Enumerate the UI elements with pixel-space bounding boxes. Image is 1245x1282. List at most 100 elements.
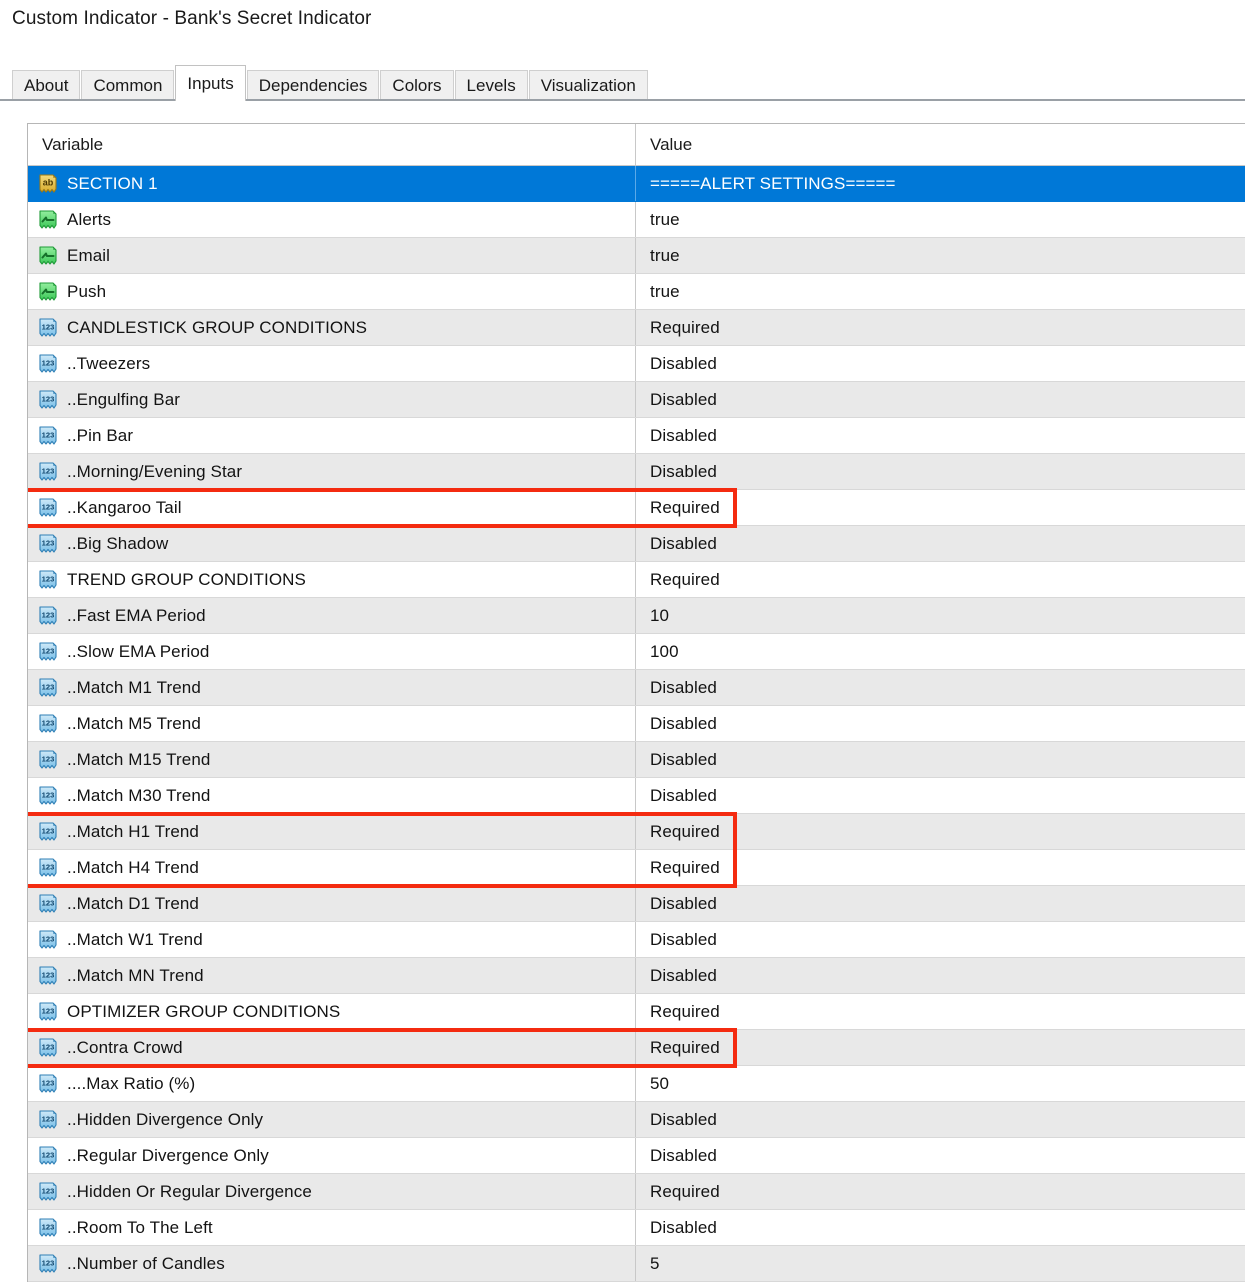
table-row[interactable]: 123 ..Match M1 Trend Disabled [28,670,1245,706]
table-row[interactable]: 123 ..Match M15 Trend Disabled [28,742,1245,778]
cell-variable[interactable]: 123 ..Contra Crowd [28,1030,635,1065]
cell-variable[interactable]: Email [28,238,635,273]
column-header-variable[interactable]: Variable [28,124,635,165]
cell-value[interactable]: Disabled [635,382,1245,417]
table-row[interactable]: 123 ..Morning/Evening Star Disabled [28,454,1245,490]
cell-value[interactable]: Required [635,562,1245,597]
table-row[interactable]: Email true [28,238,1245,274]
cell-variable[interactable]: 123 ..Match M15 Trend [28,742,635,777]
cell-variable[interactable]: 123 ..Big Shadow [28,526,635,561]
table-row[interactable]: 123 TREND GROUP CONDITIONS Required [28,562,1245,598]
table-row[interactable]: ab SECTION 1 =====ALERT SETTINGS===== [28,166,1245,202]
cell-value[interactable]: Disabled [635,958,1245,993]
cell-variable[interactable]: 123 ..Match W1 Trend [28,922,635,957]
cell-variable[interactable]: 123 ....Max Ratio (%) [28,1066,635,1101]
cell-variable[interactable]: 123 ..Slow EMA Period [28,634,635,669]
table-row[interactable]: 123 ..Contra Crowd Required [28,1030,1245,1066]
table-row[interactable]: 123 ..Match D1 Trend Disabled [28,886,1245,922]
table-row[interactable]: 123 ..Big Shadow Disabled [28,526,1245,562]
cell-value[interactable]: Disabled [635,1138,1245,1173]
cell-variable[interactable]: 123 ..Match M1 Trend [28,670,635,705]
table-row[interactable]: 123 ..Match M5 Trend Disabled [28,706,1245,742]
table-row[interactable]: 123 OPTIMIZER GROUP CONDITIONS Required [28,994,1245,1030]
cell-value[interactable]: Disabled [635,418,1245,453]
cell-variable[interactable]: 123 ..Number of Candles [28,1246,635,1281]
cell-value[interactable]: Required [635,994,1245,1029]
cell-variable[interactable]: 123 TREND GROUP CONDITIONS [28,562,635,597]
table-row[interactable]: 123 ..Match M30 Trend Disabled [28,778,1245,814]
tab-levels[interactable]: Levels [454,70,528,100]
table-row[interactable]: 123 ..Pin Bar Disabled [28,418,1245,454]
cell-variable[interactable]: 123 CANDLESTICK GROUP CONDITIONS [28,310,635,345]
cell-value[interactable]: =====ALERT SETTINGS===== [635,166,1245,201]
cell-variable[interactable]: 123 ..Match M5 Trend [28,706,635,741]
cell-value[interactable]: 10 [635,598,1245,633]
cell-variable[interactable]: Alerts [28,202,635,237]
cell-variable[interactable]: 123 ..Hidden Divergence Only [28,1102,635,1137]
tab-common[interactable]: Common [81,70,175,100]
cell-value[interactable]: 50 [635,1066,1245,1101]
cell-variable[interactable]: 123 ..Match H1 Trend [28,814,635,849]
cell-variable[interactable]: 123 ..Hidden Or Regular Divergence [28,1174,635,1209]
cell-value[interactable]: Required [635,1174,1245,1209]
cell-value[interactable]: Required [635,310,1245,345]
cell-variable[interactable]: 123 ..Regular Divergence Only [28,1138,635,1173]
cell-variable[interactable]: 123 ..Match D1 Trend [28,886,635,921]
cell-variable[interactable]: Push [28,274,635,309]
cell-value[interactable]: Disabled [635,742,1245,777]
cell-variable[interactable]: 123 ..Match H4 Trend [28,850,635,885]
tab-dependencies[interactable]: Dependencies [246,70,380,100]
cell-value[interactable]: Required [635,814,1245,849]
cell-variable[interactable]: ab SECTION 1 [28,166,635,201]
cell-value[interactable]: Disabled [635,886,1245,921]
cell-value[interactable]: Disabled [635,922,1245,957]
table-row[interactable]: 123 ..Engulfing Bar Disabled [28,382,1245,418]
cell-variable[interactable]: 123 ..Pin Bar [28,418,635,453]
table-row[interactable]: 123 CANDLESTICK GROUP CONDITIONS Required [28,310,1245,346]
table-row[interactable]: 123 ..Match W1 Trend Disabled [28,922,1245,958]
cell-variable[interactable]: 123 ..Fast EMA Period [28,598,635,633]
cell-value[interactable]: true [635,274,1245,309]
cell-value[interactable]: 5 [635,1246,1245,1281]
cell-value[interactable]: Required [635,850,1245,885]
cell-value[interactable]: Disabled [635,346,1245,381]
table-row[interactable]: 123 ..Number of Candles 5 [28,1246,1245,1282]
tab-colors[interactable]: Colors [380,70,454,100]
table-row[interactable]: 123 ..Regular Divergence Only Disabled [28,1138,1245,1174]
cell-variable[interactable]: 123 ..Match M30 Trend [28,778,635,813]
cell-value[interactable]: Disabled [635,526,1245,561]
cell-value[interactable]: Disabled [635,1102,1245,1137]
cell-value[interactable]: Disabled [635,778,1245,813]
cell-variable[interactable]: 123 ..Morning/Evening Star [28,454,635,489]
cell-value[interactable]: Required [635,1030,1245,1065]
cell-value[interactable]: Disabled [635,670,1245,705]
table-row[interactable]: 123 ..Slow EMA Period 100 [28,634,1245,670]
cell-value[interactable]: Required [635,490,1245,525]
tab-visualization[interactable]: Visualization [528,70,648,100]
cell-variable[interactable]: 123 ..Engulfing Bar [28,382,635,417]
cell-value[interactable]: true [635,238,1245,273]
tab-about[interactable]: About [12,70,81,100]
tab-inputs[interactable]: Inputs [175,65,246,101]
cell-value[interactable]: 100 [635,634,1245,669]
cell-variable[interactable]: 123 ..Tweezers [28,346,635,381]
table-row[interactable]: 123 ....Max Ratio (%) 50 [28,1066,1245,1102]
table-row[interactable]: Push true [28,274,1245,310]
cell-value[interactable]: true [635,202,1245,237]
column-header-value[interactable]: Value [635,124,1245,165]
cell-value[interactable]: Disabled [635,454,1245,489]
cell-variable[interactable]: 123 OPTIMIZER GROUP CONDITIONS [28,994,635,1029]
table-row[interactable]: 123 ..Match H1 Trend Required [28,814,1245,850]
table-row[interactable]: 123 ..Match H4 Trend Required [28,850,1245,886]
table-row[interactable]: 123 ..Fast EMA Period 10 [28,598,1245,634]
cell-value[interactable]: Disabled [635,706,1245,741]
cell-value[interactable]: Disabled [635,1210,1245,1245]
table-row[interactable]: 123 ..Hidden Or Regular Divergence Require… [28,1174,1245,1210]
table-row[interactable]: Alerts true [28,202,1245,238]
cell-variable[interactable]: 123 ..Kangaroo Tail [28,490,635,525]
table-row[interactable]: 123 ..Tweezers Disabled [28,346,1245,382]
table-row[interactable]: 123 ..Hidden Divergence Only Disabled [28,1102,1245,1138]
cell-variable[interactable]: 123 ..Match MN Trend [28,958,635,993]
table-row[interactable]: 123 ..Room To The Left Disabled [28,1210,1245,1246]
table-row[interactable]: 123 ..Kangaroo Tail Required [28,490,1245,526]
